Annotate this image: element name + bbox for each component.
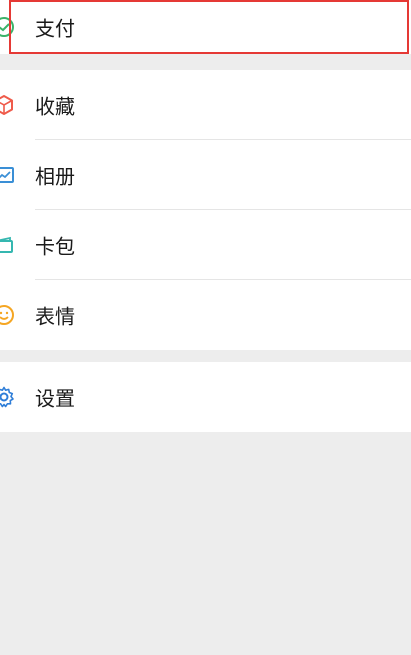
menu-group-settings: 设置 [0,362,411,432]
menu-item-settings-label: 设置 [35,386,75,411]
cube-icon [0,93,16,117]
picture-icon [0,163,16,187]
menu-item-album-label: 相册 [35,164,75,189]
card-icon [0,233,16,257]
wallet-icon [0,15,16,39]
menu-item-pay-label: 支付 [35,16,75,41]
menu-item-cards-label: 卡包 [35,234,75,259]
menu-item-album[interactable]: 相册 [0,140,411,210]
menu-group-pay: 支付 [0,0,411,54]
menu-item-settings[interactable]: 设置 [0,362,411,432]
menu-group-main: 收藏 相册 卡包 表情 [0,70,411,350]
menu-item-stickers[interactable]: 表情 [0,280,411,350]
smiley-icon [0,303,16,327]
menu-item-favorites[interactable]: 收藏 [0,70,411,140]
menu-item-stickers-label: 表情 [35,304,75,329]
gear-icon [0,385,16,409]
menu-item-favorites-label: 收藏 [35,94,75,119]
menu-item-cards[interactable]: 卡包 [0,210,411,280]
menu-item-pay[interactable]: 支付 [0,0,411,54]
